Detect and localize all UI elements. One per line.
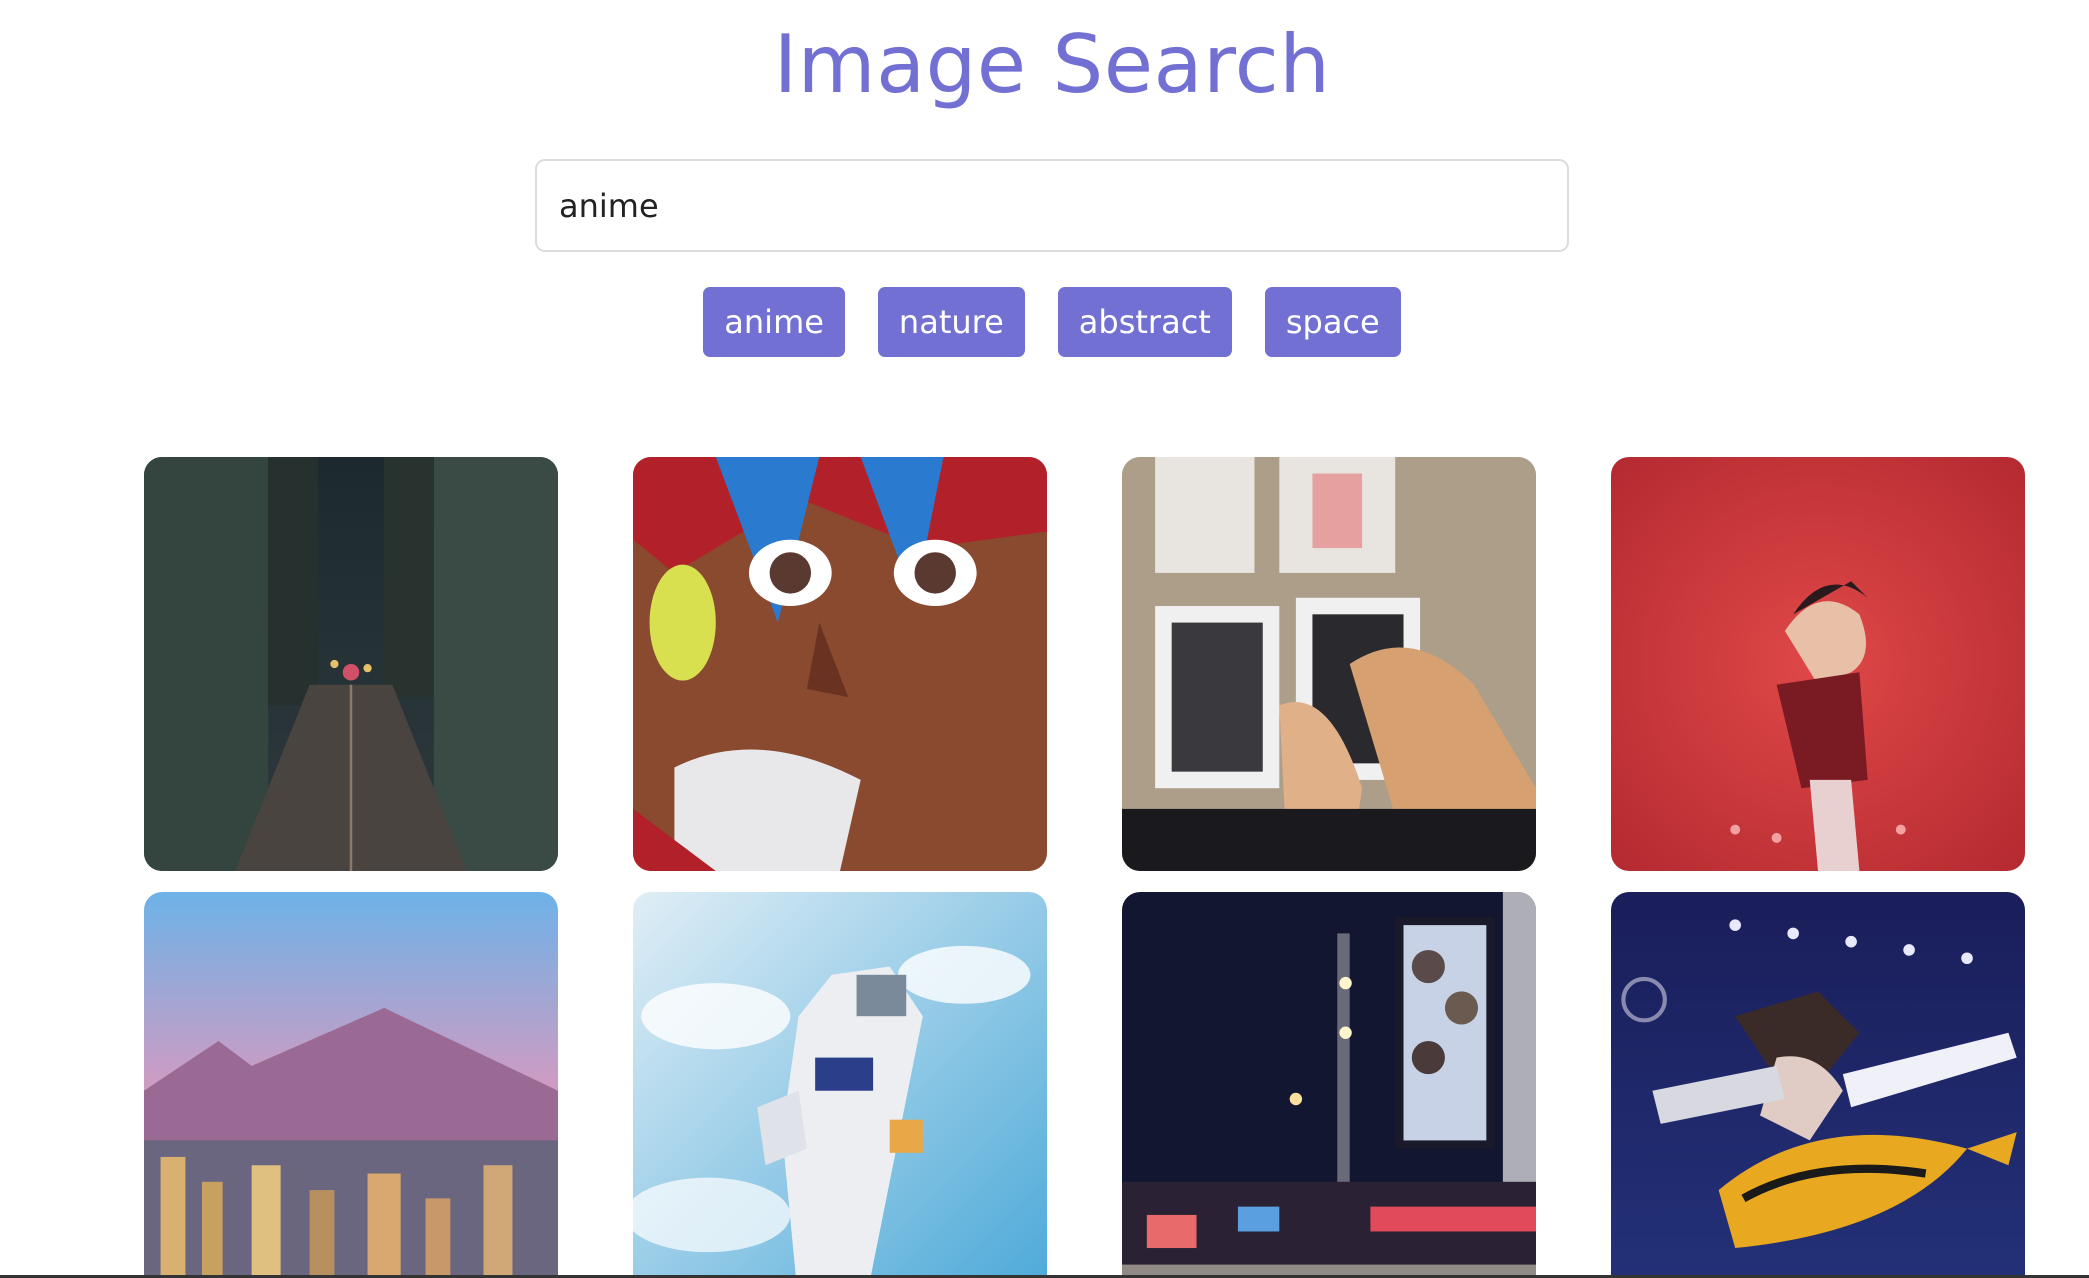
- result-image-night-street[interactable]: [144, 457, 558, 871]
- result-image-anime-prints[interactable]: [1122, 457, 1536, 871]
- result-image-graffiti-face[interactable]: [633, 457, 1047, 871]
- result-image-action-figure[interactable]: [1611, 892, 2025, 1278]
- action-figure-photo-icon: [1611, 892, 2025, 1278]
- image-results-grid: [144, 457, 2026, 1278]
- anime-figure-red-background-photo-icon: [1611, 457, 2025, 871]
- result-image-billboard-night[interactable]: [1122, 892, 1536, 1278]
- robot-statue-sky-photo-icon: [633, 892, 1047, 1278]
- anime-billboard-night-photo-icon: [1122, 892, 1536, 1278]
- result-image-robot-sky[interactable]: [633, 892, 1047, 1278]
- night-city-street-photo-icon: [144, 457, 558, 871]
- mountain-city-sunset-photo-icon: [144, 892, 558, 1278]
- tag-button-anime[interactable]: anime: [703, 287, 845, 357]
- hands-on-anime-prints-photo-icon: [1122, 457, 1536, 871]
- result-image-mountain-city[interactable]: [144, 892, 558, 1278]
- result-image-red-figure[interactable]: [1611, 457, 2025, 871]
- search-input[interactable]: [535, 159, 1569, 252]
- tag-button-abstract[interactable]: abstract: [1057, 287, 1232, 357]
- tag-button-row: anime nature abstract space: [0, 287, 2089, 357]
- page-title: Image Search: [773, 18, 1331, 111]
- anime-graffiti-face-photo-icon: [633, 457, 1047, 871]
- tag-button-nature[interactable]: nature: [877, 287, 1025, 357]
- tag-button-space[interactable]: space: [1264, 287, 1401, 357]
- image-search-page: Image Search anime nature abstract space: [0, 0, 2089, 1278]
